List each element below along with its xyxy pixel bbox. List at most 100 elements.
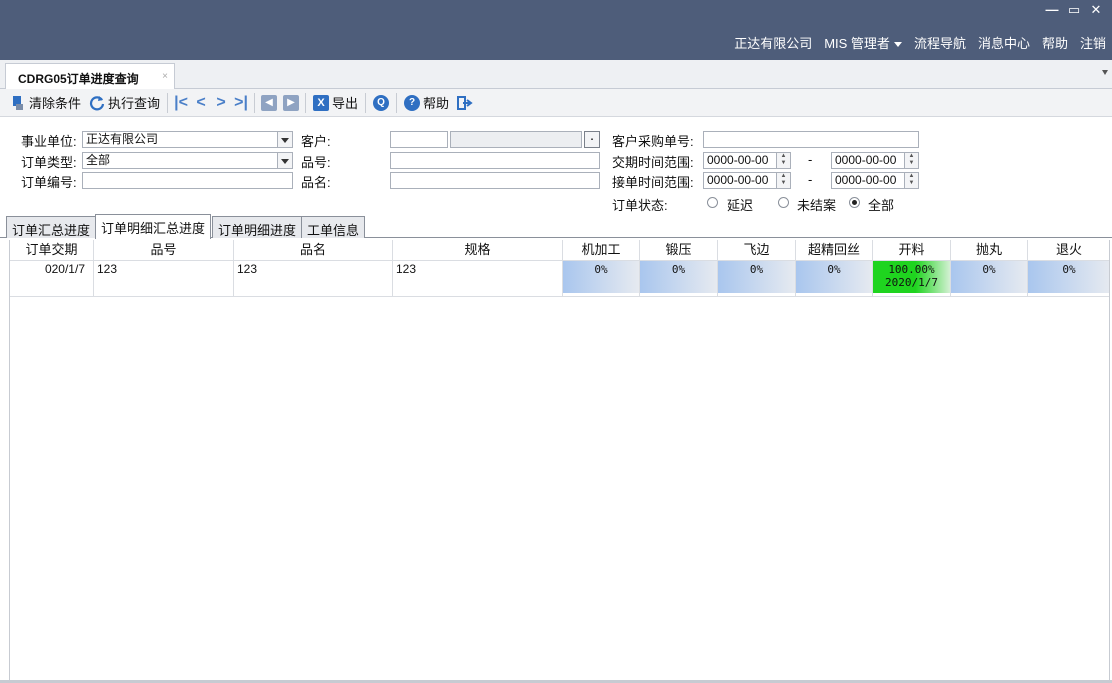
page-next-icon[interactable]: ▶ — [283, 94, 300, 111]
header-col-item-name[interactable]: 品名 — [234, 240, 393, 261]
spinner-icon[interactable]: ▲ ▼ — [904, 173, 918, 188]
header-col-spec[interactable]: 规格 — [393, 240, 563, 261]
header-col-forging[interactable]: 锻压 — [640, 240, 718, 261]
message-center-link[interactable]: 消息中心 — [978, 33, 1030, 52]
progress-bar: 100.00% 2020/1/7 — [873, 261, 950, 293]
item-name-input[interactable] — [390, 172, 600, 189]
execute-query-button[interactable]: 执行查询 — [85, 92, 164, 114]
tab-list-dropdown-icon[interactable] — [1102, 70, 1108, 75]
spinner-icon[interactable]: ▲ ▼ — [904, 153, 918, 168]
query-button[interactable]: Q — [369, 92, 393, 114]
progress-bar: 0% — [718, 261, 795, 293]
excel-icon: X — [313, 94, 330, 111]
user-name: MIS 管理者 — [824, 36, 890, 51]
help-link[interactable]: 帮助 — [1042, 33, 1068, 52]
help-button[interactable]: ? 帮助 — [400, 92, 453, 114]
cell-col-flash: 0% — [718, 261, 796, 297]
status-radio-open[interactable] — [778, 197, 789, 208]
tab-work-order[interactable]: 工单信息 — [301, 216, 366, 238]
status-radio-all[interactable] — [849, 197, 860, 208]
chevron-down-icon[interactable] — [277, 132, 292, 147]
top-nav: 正达有限公司 MIS 管理者 流程导航 消息中心 帮助 注销 — [734, 33, 1106, 52]
export-button[interactable]: X 导出 — [309, 92, 362, 114]
flow-nav-link[interactable]: 流程导航 — [914, 33, 966, 52]
receive-from-input[interactable]: 0000-00-00 ▲ ▼ — [703, 172, 791, 189]
progress-bar: 0% — [951, 261, 1027, 293]
progress-percent: 0% — [749, 263, 764, 276]
chevron-down-icon[interactable] — [277, 153, 292, 168]
refresh-icon — [89, 95, 105, 111]
progress-bar: 0% — [796, 261, 872, 293]
order-type-select[interactable]: 全部 — [82, 152, 293, 169]
tab-order-summary[interactable]: 订单汇总进度 — [6, 216, 97, 238]
progress-bar: 0% — [1028, 261, 1109, 293]
header-col-due[interactable]: 订单交期 — [10, 240, 94, 261]
close-tab-icon[interactable]: × — [162, 71, 168, 82]
minimize-icon[interactable]: — — [1044, 2, 1060, 18]
cell-col-item-name: 123 — [234, 261, 393, 297]
receive-to-value: 0000-00-00 — [835, 173, 897, 187]
user-menu[interactable]: MIS 管理者 — [824, 33, 902, 52]
receive-to-input[interactable]: 0000-00-00 ▲ ▼ — [831, 172, 919, 189]
tab-order-detail-summary[interactable]: 订单明细汇总进度 — [95, 214, 212, 239]
item-no-input[interactable] — [390, 152, 600, 169]
business-unit-value: 正达有限公司 — [86, 132, 159, 146]
cell-col-machining: 0% — [563, 261, 640, 297]
document-tab-strip: CDRG05订单进度查询 × — [0, 60, 1112, 89]
toolbar-divider — [167, 92, 169, 113]
spinner-icon[interactable]: ▲ ▼ — [776, 153, 790, 168]
order-no-input[interactable] — [82, 172, 293, 189]
customer-lookup-button[interactable]: . — [584, 131, 600, 148]
header-col-annealing[interactable]: 退火 — [1028, 240, 1109, 261]
logout-link[interactable]: 注销 — [1080, 33, 1106, 52]
next-record-icon[interactable]: > — [211, 94, 231, 112]
cell-col-annealing: 0% — [1028, 261, 1109, 297]
order-type-label: 订单类型: — [21, 155, 77, 170]
delivery-range-label: 交期时间范围: — [612, 155, 694, 170]
company-link[interactable]: 正达有限公司 — [734, 33, 812, 52]
customer-code-input[interactable] — [390, 131, 448, 148]
clear-conditions-button[interactable]: 清除条件 — [6, 92, 85, 114]
spinner-icon[interactable]: ▲ ▼ — [776, 173, 790, 188]
header-col-machining[interactable]: 机加工 — [563, 240, 640, 261]
header-col-flash[interactable]: 飞边 — [718, 240, 796, 261]
doc-tab-order-progress[interactable]: CDRG05订单进度查询 × — [5, 63, 175, 89]
cell-col-due: 020/1/7 — [10, 261, 94, 297]
page-prev-icon[interactable]: ◀ — [261, 94, 278, 111]
header-col-shot-blast[interactable]: 抛丸 — [951, 240, 1028, 261]
eraser-icon — [10, 95, 26, 111]
chevron-down-icon — [893, 42, 902, 48]
cell-col-superfinish: 0% — [796, 261, 873, 297]
delivery-from-input[interactable]: 0000-00-00 ▲ ▼ — [703, 152, 791, 169]
window-controls: — ▭ ✕ — [1044, 2, 1104, 18]
query-icon: Q — [373, 94, 390, 111]
cell-col-forging: 0% — [640, 261, 718, 297]
business-unit-select[interactable]: 正达有限公司 — [82, 131, 293, 148]
customer-label: 客户: — [301, 134, 331, 149]
grid-header: 订单交期 品号 品名 规格 机加工 锻压 飞边 超精回丝 开料 抛丸 退火 — [10, 240, 1109, 261]
progress-bar: 0% — [563, 261, 639, 293]
help-label: 帮助 — [423, 96, 450, 111]
cell-col-item-no: 123 — [94, 261, 234, 297]
header-col-item-no[interactable]: 品号 — [94, 240, 234, 261]
exit-button[interactable] — [453, 92, 480, 114]
last-record-icon[interactable]: >| — [231, 94, 251, 112]
range-dash: - — [808, 152, 813, 167]
status-radio-delayed[interactable] — [707, 197, 718, 208]
header-col-cutting[interactable]: 开料 — [873, 240, 951, 261]
tab-order-detail[interactable]: 订单明细进度 — [212, 216, 303, 238]
header-col-superfinish[interactable]: 超精回丝 — [796, 240, 873, 261]
close-icon[interactable]: ✕ — [1088, 2, 1104, 18]
first-record-icon[interactable]: |< — [171, 94, 191, 112]
prev-record-icon[interactable]: < — [191, 94, 211, 112]
item-name-label: 品名: — [301, 175, 331, 190]
export-label: 导出 — [332, 96, 359, 111]
table-row[interactable]: 020/1/7 123 123 123 0% 0% 0% 0% 100.00% 2020/1/7 0… — [10, 261, 1109, 297]
po-input[interactable] — [703, 131, 919, 148]
cell-col-cutting: 100.00% 2020/1/7 — [873, 261, 951, 297]
status-option-label: 延迟 — [727, 198, 754, 213]
sub-tab-strip: 订单汇总进度 订单明细汇总进度 订单明细进度 工单信息 — [0, 214, 1112, 239]
restore-icon[interactable]: ▭ — [1066, 2, 1082, 18]
delivery-to-input[interactable]: 0000-00-00 ▲ ▼ — [831, 152, 919, 169]
cell-col-shot-blast: 0% — [951, 261, 1028, 297]
